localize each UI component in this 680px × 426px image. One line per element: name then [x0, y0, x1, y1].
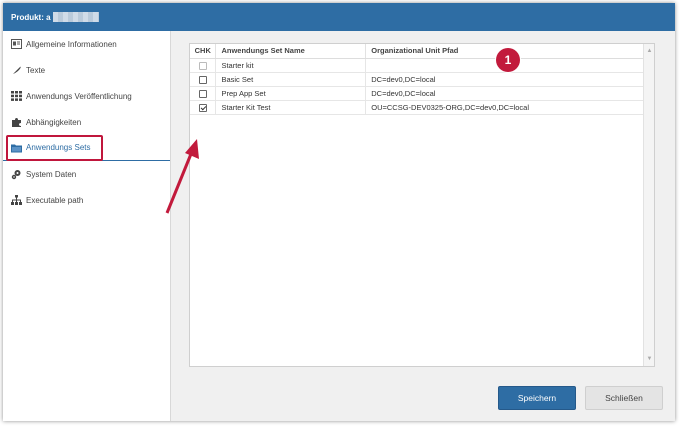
- sidebar-item-label: Texte: [26, 65, 46, 75]
- table-row[interactable]: Prep App Set DC=dev0,DC=local: [190, 86, 645, 101]
- sidebar-item-abhaengigkeiten[interactable]: Abhängigkeiten: [3, 109, 170, 135]
- sidebar-item-allgemeine-informationen[interactable]: Allgemeine Informationen: [3, 31, 170, 57]
- sidebar-item-label: Abhängigkeiten: [26, 117, 82, 127]
- ou-path-cell: OU=CCSG-DEV0325-ORG,DC=dev0,DC=local: [365, 100, 645, 115]
- table-header-row: CHK Anwendungs Set Name Organizational U…: [190, 44, 645, 59]
- table-row[interactable]: Starter Kit Test OU=CCSG-DEV0325-ORG,DC=…: [190, 100, 645, 115]
- set-name-cell: Basic Set: [215, 72, 367, 87]
- row-checkbox[interactable]: [198, 89, 207, 98]
- sidebar-item-texte[interactable]: Texte: [3, 57, 170, 83]
- scroll-up-icon[interactable]: ▲: [644, 46, 655, 56]
- redacted-product-name: [52, 12, 99, 22]
- sidebar-item-label: System Daten: [26, 169, 77, 179]
- dialog-window: Produkt: a Allgemeine Informationen Text…: [3, 3, 675, 421]
- ou-path-cell: DC=dev0,DC=local: [365, 72, 645, 87]
- save-button[interactable]: Speichern: [498, 386, 576, 410]
- column-header-name[interactable]: Anwendungs Set Name: [215, 44, 367, 59]
- anwendungs-sets-grid: CHK Anwendungs Set Name Organizational U…: [189, 43, 655, 367]
- sidebar-item-executable-path[interactable]: Executable path: [3, 187, 170, 213]
- sidebar-item-anwendungs-sets[interactable]: Anwendungs Sets: [3, 135, 170, 161]
- id-card-icon: [11, 39, 22, 50]
- sidebar-item-system-daten[interactable]: System Daten: [3, 161, 170, 187]
- annotation-number-badge: 1: [496, 48, 520, 72]
- vertical-scrollbar[interactable]: ▲ ▼: [643, 44, 654, 366]
- row-checkbox: [198, 61, 207, 70]
- puzzle-icon: [11, 117, 22, 128]
- window-title: Produkt: a: [11, 12, 51, 22]
- row-checkbox[interactable]: [198, 75, 207, 84]
- ou-path-cell: DC=dev0,DC=local: [365, 86, 645, 101]
- sidebar-item-label: Allgemeine Informationen: [26, 39, 117, 49]
- sidebar-item-label: Executable path: [26, 195, 84, 205]
- annotation-arrow-icon: [165, 139, 199, 214]
- feather-icon: [11, 65, 22, 76]
- content-panel: CHK Anwendungs Set Name Organizational U…: [171, 31, 675, 421]
- scroll-down-icon[interactable]: ▼: [644, 354, 655, 364]
- table-row[interactable]: Basic Set DC=dev0,DC=local: [190, 72, 645, 87]
- sets-table: CHK Anwendungs Set Name Organizational U…: [190, 44, 645, 115]
- title-bar: Produkt: a: [3, 3, 675, 31]
- set-name-cell: Prep App Set: [215, 86, 367, 101]
- column-header-chk[interactable]: CHK: [190, 44, 217, 59]
- close-button[interactable]: Schließen: [585, 386, 663, 410]
- table-row[interactable]: Starter kit: [190, 58, 645, 73]
- sidebar-item-anwendungs-veroeffentlichung[interactable]: Anwendungs Veröffentlichung: [3, 83, 170, 109]
- sidebar: Allgemeine Informationen Texte Anwendung…: [3, 31, 171, 421]
- grid-icon: [11, 91, 22, 102]
- sidebar-item-label: Anwendungs Veröffentlichung: [26, 91, 132, 101]
- set-name-cell: Starter kit: [215, 58, 367, 73]
- gears-icon: [11, 169, 22, 180]
- row-checkbox[interactable]: [198, 103, 207, 112]
- sitemap-icon: [11, 195, 22, 206]
- annotation-highlight-box: [6, 135, 103, 161]
- set-name-cell: Starter Kit Test: [215, 100, 367, 115]
